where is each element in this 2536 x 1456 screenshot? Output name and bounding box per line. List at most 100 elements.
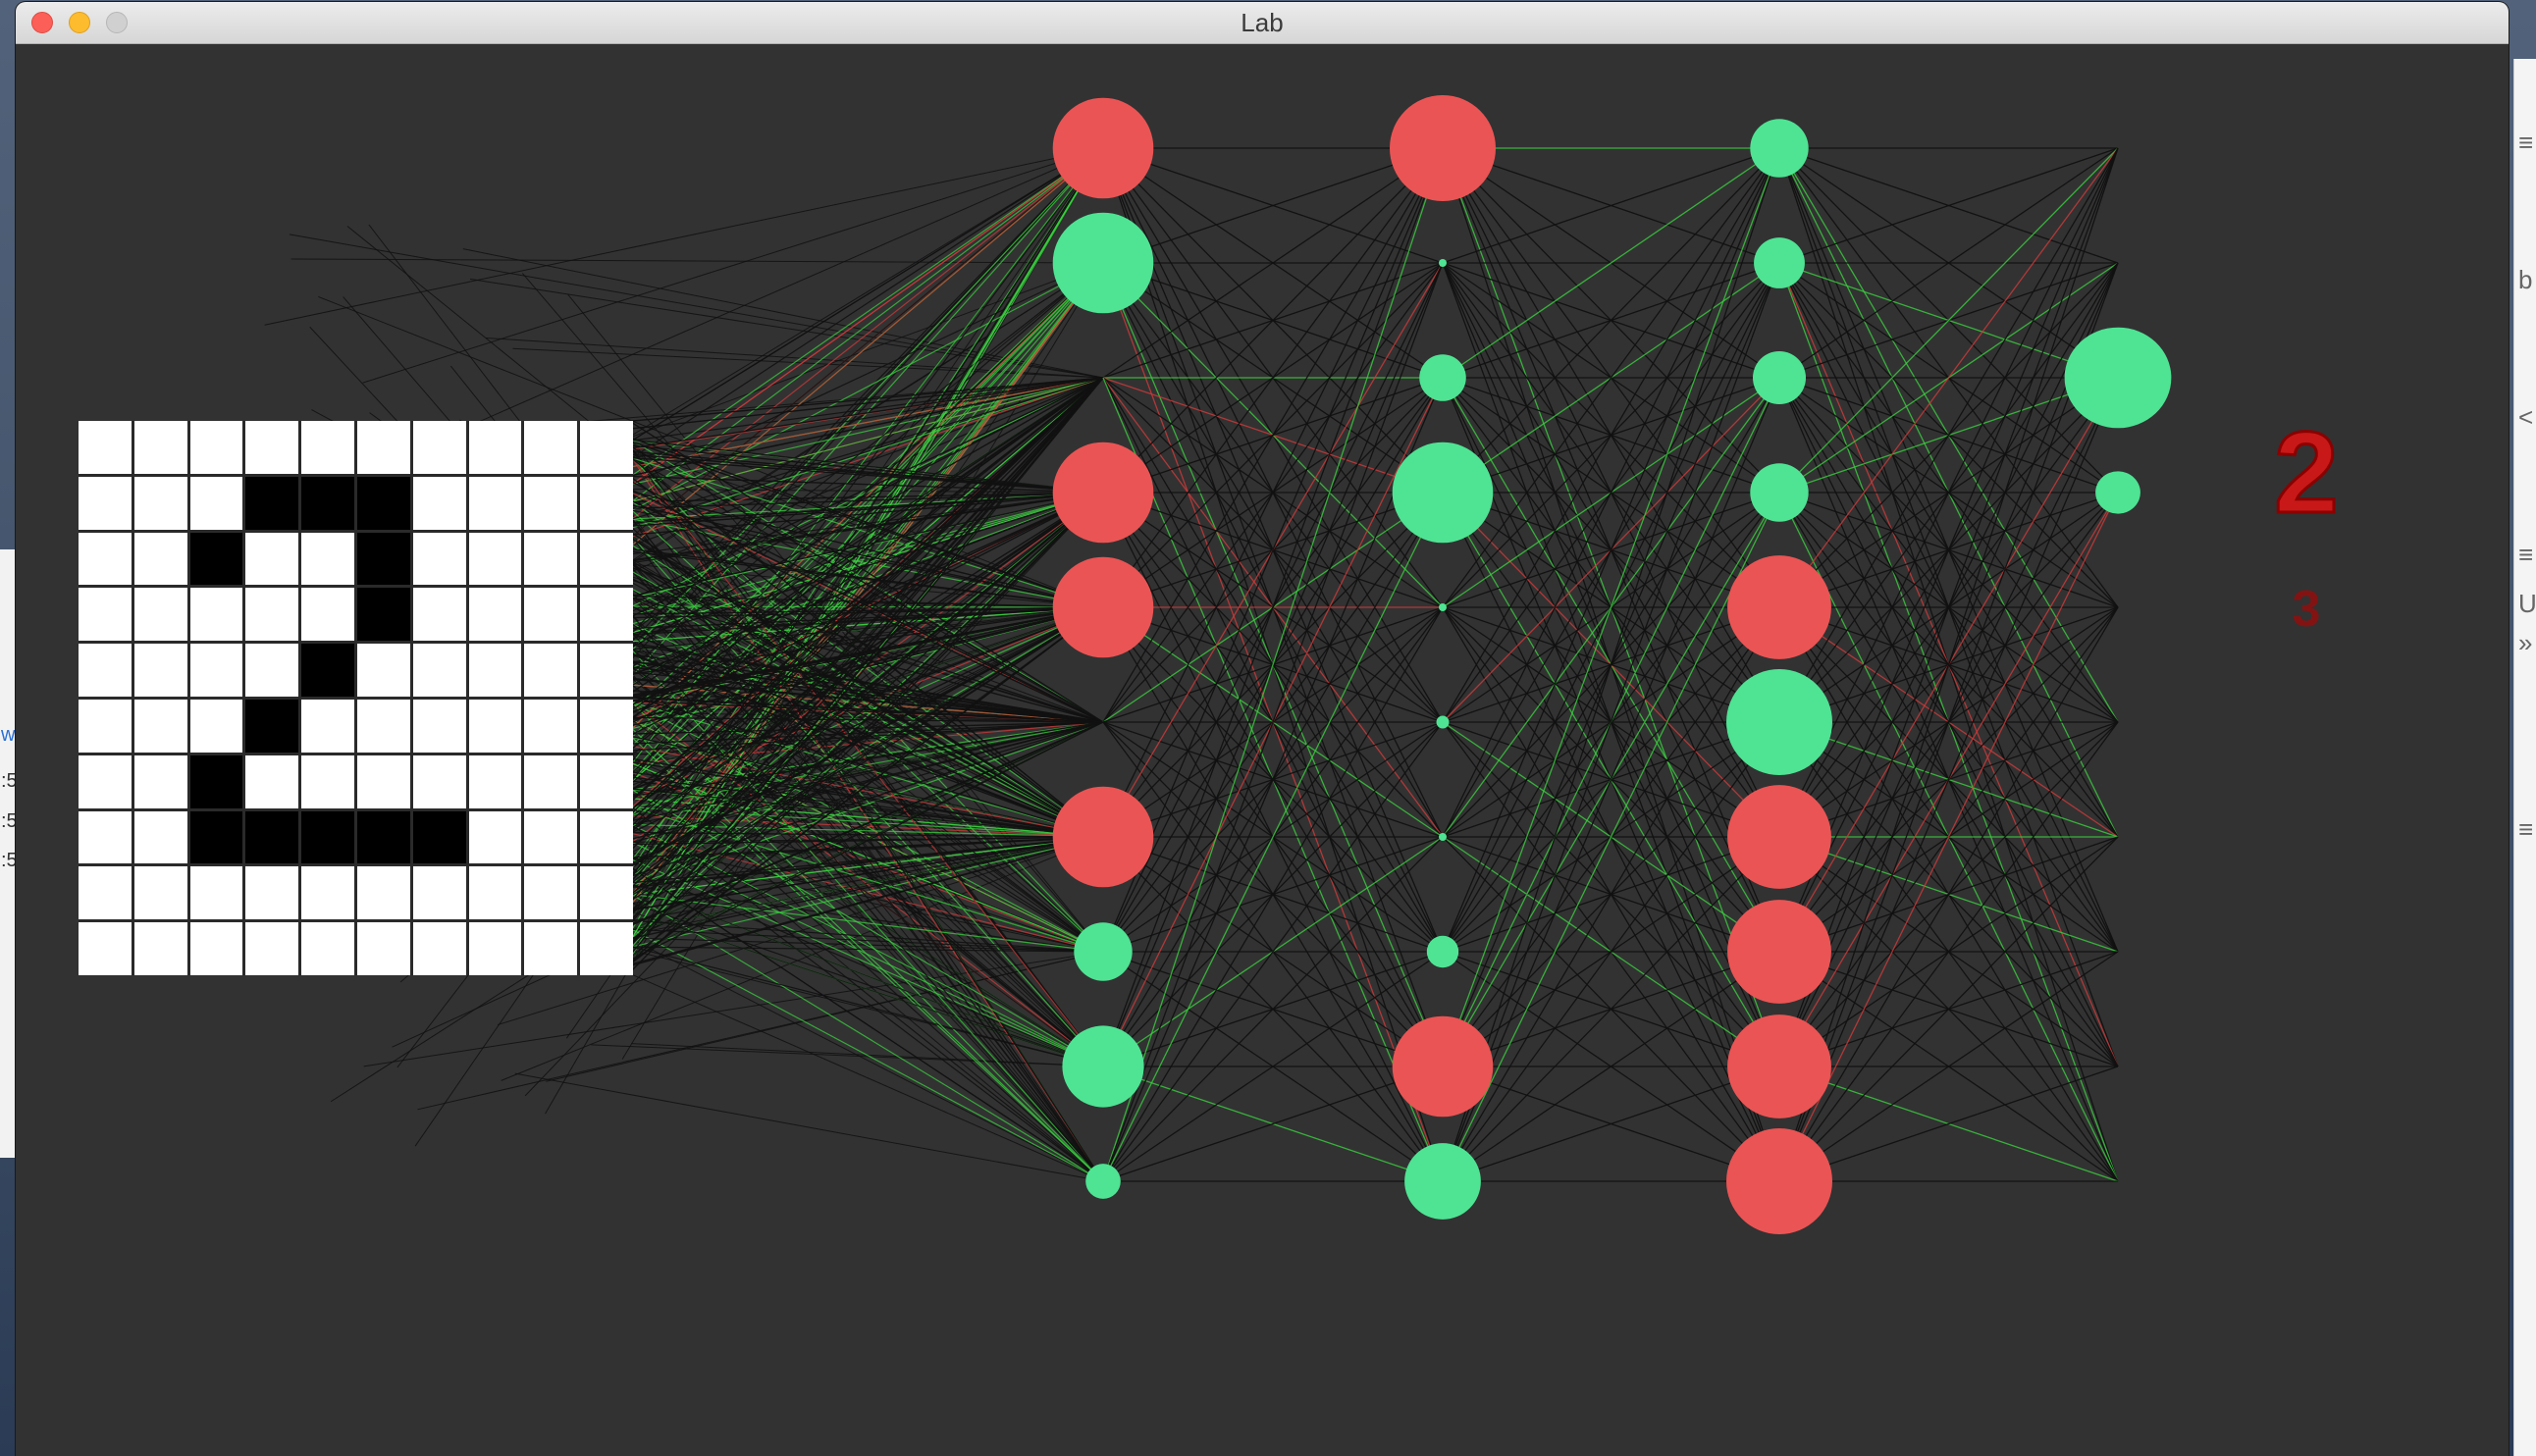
input-pixel-cell[interactable] [524, 644, 578, 697]
input-pixel-cell[interactable] [524, 866, 578, 920]
input-pixel-cell[interactable] [189, 922, 243, 975]
input-pixel-cell[interactable] [79, 922, 132, 975]
input-pixel-cell[interactable] [245, 532, 299, 586]
input-pixel-cell[interactable] [189, 699, 243, 753]
input-pixel-cell[interactable] [245, 588, 299, 642]
background-window-right[interactable]: ≡ b < ≡ U » ≡ [2513, 59, 2536, 1456]
input-pixel-cell[interactable] [580, 922, 633, 975]
input-pixel-cell[interactable] [412, 810, 466, 864]
input-pixel-cell[interactable] [133, 922, 187, 975]
input-pixel-cell[interactable] [580, 644, 633, 697]
input-pixel-cell[interactable] [301, 644, 354, 697]
input-pixel-cell[interactable] [356, 922, 410, 975]
input-pixel-cell[interactable] [245, 421, 299, 474]
input-pixel-cell[interactable] [245, 866, 299, 920]
input-pixel-cell[interactable] [468, 476, 522, 530]
input-pixel-cell[interactable] [245, 699, 299, 753]
input-pixel-cell[interactable] [245, 644, 299, 697]
input-pixel-cell[interactable] [580, 810, 633, 864]
input-pixel-cell[interactable] [580, 754, 633, 808]
input-pixel-cell[interactable] [468, 866, 522, 920]
input-pixel-cell[interactable] [412, 588, 466, 642]
input-pixel-cell[interactable] [580, 421, 633, 474]
input-pixel-cell[interactable] [356, 699, 410, 753]
input-pixel-cell[interactable] [412, 476, 466, 530]
input-pixel-cell[interactable] [412, 421, 466, 474]
input-pixel-cell[interactable] [189, 588, 243, 642]
input-pixel-cell[interactable] [468, 699, 522, 753]
title-bar[interactable]: Lab [16, 2, 2509, 44]
input-pixel-cell[interactable] [189, 421, 243, 474]
input-pixel-cell[interactable] [412, 866, 466, 920]
input-pixel-cell[interactable] [356, 810, 410, 864]
input-pixel-cell[interactable] [580, 866, 633, 920]
input-pixel-cell[interactable] [189, 810, 243, 864]
input-pixel-cell[interactable] [468, 644, 522, 697]
input-pixel-cell[interactable] [412, 922, 466, 975]
input-pixel-cell[interactable] [356, 421, 410, 474]
input-pixel-cell[interactable] [301, 754, 354, 808]
input-pixel-cell[interactable] [356, 866, 410, 920]
network-canvas[interactable]: 2 3 [16, 44, 2509, 1456]
input-pixel-cell[interactable] [79, 810, 132, 864]
input-pixel-cell[interactable] [356, 588, 410, 642]
input-pixel-cell[interactable] [301, 699, 354, 753]
input-pixel-cell[interactable] [79, 476, 132, 530]
input-pixel-cell[interactable] [79, 644, 132, 697]
input-pixel-cell[interactable] [468, 532, 522, 586]
input-pixel-cell[interactable] [356, 532, 410, 586]
input-pixel-cell[interactable] [468, 922, 522, 975]
input-pixel-cell[interactable] [468, 421, 522, 474]
input-pixel-cell[interactable] [79, 421, 132, 474]
input-pixel-cell[interactable] [301, 532, 354, 586]
input-pixel-cell[interactable] [301, 922, 354, 975]
input-pixel-cell[interactable] [79, 588, 132, 642]
input-pixel-cell[interactable] [301, 476, 354, 530]
input-pixel-cell[interactable] [79, 754, 132, 808]
input-pixel-cell[interactable] [524, 699, 578, 753]
input-pixel-cell[interactable] [301, 810, 354, 864]
input-pixel-cell[interactable] [133, 810, 187, 864]
input-pixel-cell[interactable] [524, 588, 578, 642]
input-pixel-cell[interactable] [189, 644, 243, 697]
input-pixel-cell[interactable] [524, 476, 578, 530]
input-pixel-cell[interactable] [524, 532, 578, 586]
input-pixel-cell[interactable] [133, 588, 187, 642]
input-pixel-cell[interactable] [133, 754, 187, 808]
input-pixel-cell[interactable] [580, 476, 633, 530]
input-pixel-cell[interactable] [133, 699, 187, 753]
input-pixel-cell[interactable] [133, 421, 187, 474]
input-pixel-cell[interactable] [524, 810, 578, 864]
input-pixel-cell[interactable] [468, 754, 522, 808]
input-pixel-cell[interactable] [524, 922, 578, 975]
input-pixel-cell[interactable] [79, 866, 132, 920]
input-pixel-cell[interactable] [412, 532, 466, 586]
input-pixel-cell[interactable] [468, 588, 522, 642]
input-pixel-cell[interactable] [245, 476, 299, 530]
input-pixel-cell[interactable] [356, 476, 410, 530]
input-pixel-cell[interactable] [468, 810, 522, 864]
input-pixel-cell[interactable] [133, 866, 187, 920]
input-pixel-cell[interactable] [301, 866, 354, 920]
input-pixel-cell[interactable] [189, 532, 243, 586]
input-pixel-cell[interactable] [580, 699, 633, 753]
input-pixel-cell[interactable] [189, 866, 243, 920]
input-pixel-cell[interactable] [356, 644, 410, 697]
input-pixel-cell[interactable] [133, 644, 187, 697]
input-pixel-cell[interactable] [412, 644, 466, 697]
input-pixel-cell[interactable] [580, 532, 633, 586]
input-pixel-cell[interactable] [189, 754, 243, 808]
input-pixel-cell[interactable] [524, 421, 578, 474]
input-pixel-cell[interactable] [412, 699, 466, 753]
input-pixel-cell[interactable] [245, 810, 299, 864]
input-pixel-cell[interactable] [133, 532, 187, 586]
input-pixel-grid[interactable] [79, 421, 633, 975]
input-pixel-cell[interactable] [245, 922, 299, 975]
input-pixel-cell[interactable] [412, 754, 466, 808]
input-pixel-cell[interactable] [524, 754, 578, 808]
input-pixel-cell[interactable] [133, 476, 187, 530]
input-pixel-cell[interactable] [79, 532, 132, 586]
input-pixel-cell[interactable] [301, 421, 354, 474]
input-pixel-cell[interactable] [301, 588, 354, 642]
input-pixel-cell[interactable] [245, 754, 299, 808]
